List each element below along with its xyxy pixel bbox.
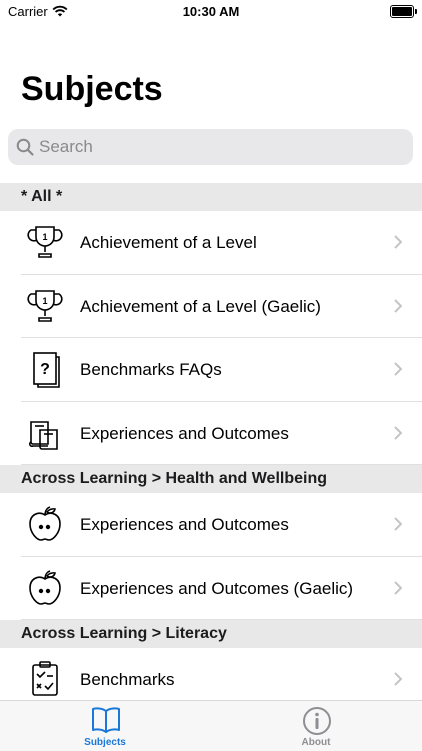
search-field[interactable]: Search bbox=[8, 129, 413, 165]
list-item-label: Benchmarks FAQs bbox=[80, 360, 222, 379]
chevron-right-icon bbox=[394, 425, 403, 445]
subjects-list: * All * 1 Achievement of a Level 1 Achie… bbox=[0, 183, 422, 712]
clock: 10:30 AM bbox=[182, 4, 240, 19]
tab-about[interactable]: About bbox=[256, 701, 376, 751]
section-header-health-wellbeing: Across Learning > Health and Wellbeing bbox=[0, 465, 422, 493]
list-item[interactable]: ? Benchmarks FAQs bbox=[0, 338, 422, 402]
chevron-right-icon bbox=[394, 672, 403, 691]
row-divider bbox=[21, 619, 422, 620]
chevron-right-icon bbox=[394, 235, 403, 254]
svg-text:?: ? bbox=[40, 361, 50, 378]
list-item-label: Experiences and Outcomes bbox=[80, 423, 289, 443]
list-item[interactable]: Experiences and Outcomes bbox=[0, 402, 422, 465]
row-divider bbox=[21, 464, 422, 465]
list-item[interactable]: 1 Achievement of a Level (Gaelic) bbox=[0, 275, 422, 338]
trophy-icon: 1 bbox=[26, 287, 64, 325]
search-placeholder: Search bbox=[39, 137, 93, 156]
chevron-right-icon bbox=[394, 517, 403, 536]
chevron-right-icon bbox=[394, 362, 403, 381]
apple-icon bbox=[26, 569, 64, 607]
section-header-all: * All * bbox=[0, 183, 422, 211]
status-bar: Carrier 10:30 AM bbox=[0, 0, 422, 22]
battery-icon bbox=[390, 5, 417, 18]
books-icon bbox=[26, 414, 64, 452]
tab-label: Subjects bbox=[84, 737, 126, 748]
list-item-label: Experiences and Outcomes (Gaelic) bbox=[80, 578, 354, 598]
chevron-right-icon bbox=[394, 298, 403, 318]
question-document-icon: ? bbox=[26, 350, 64, 388]
svg-text:1: 1 bbox=[42, 296, 47, 306]
checklist-icon bbox=[26, 660, 64, 698]
list-item-label: Experiences and Outcomes bbox=[80, 515, 289, 534]
tab-subjects[interactable]: Subjects bbox=[45, 701, 165, 751]
chevron-right-icon bbox=[394, 580, 403, 600]
list-item-label: Achievement of a Level (Gaelic) bbox=[80, 296, 321, 316]
apple-icon bbox=[26, 505, 64, 543]
section-header-literacy: Across Learning > Literacy bbox=[0, 620, 422, 648]
list-item[interactable]: Experiences and Outcomes (Gaelic) bbox=[0, 557, 422, 620]
list-item[interactable]: Experiences and Outcomes bbox=[0, 493, 422, 557]
tab-label: About bbox=[301, 737, 331, 748]
tab-bar: Subjects About bbox=[0, 700, 422, 751]
list-item-label: Achievement of a Level bbox=[80, 233, 257, 252]
page-title: Subjects bbox=[21, 70, 163, 108]
svg-text:1: 1 bbox=[42, 232, 47, 242]
list-item[interactable]: 1 Achievement of a Level bbox=[0, 211, 422, 275]
trophy-icon: 1 bbox=[26, 223, 64, 261]
